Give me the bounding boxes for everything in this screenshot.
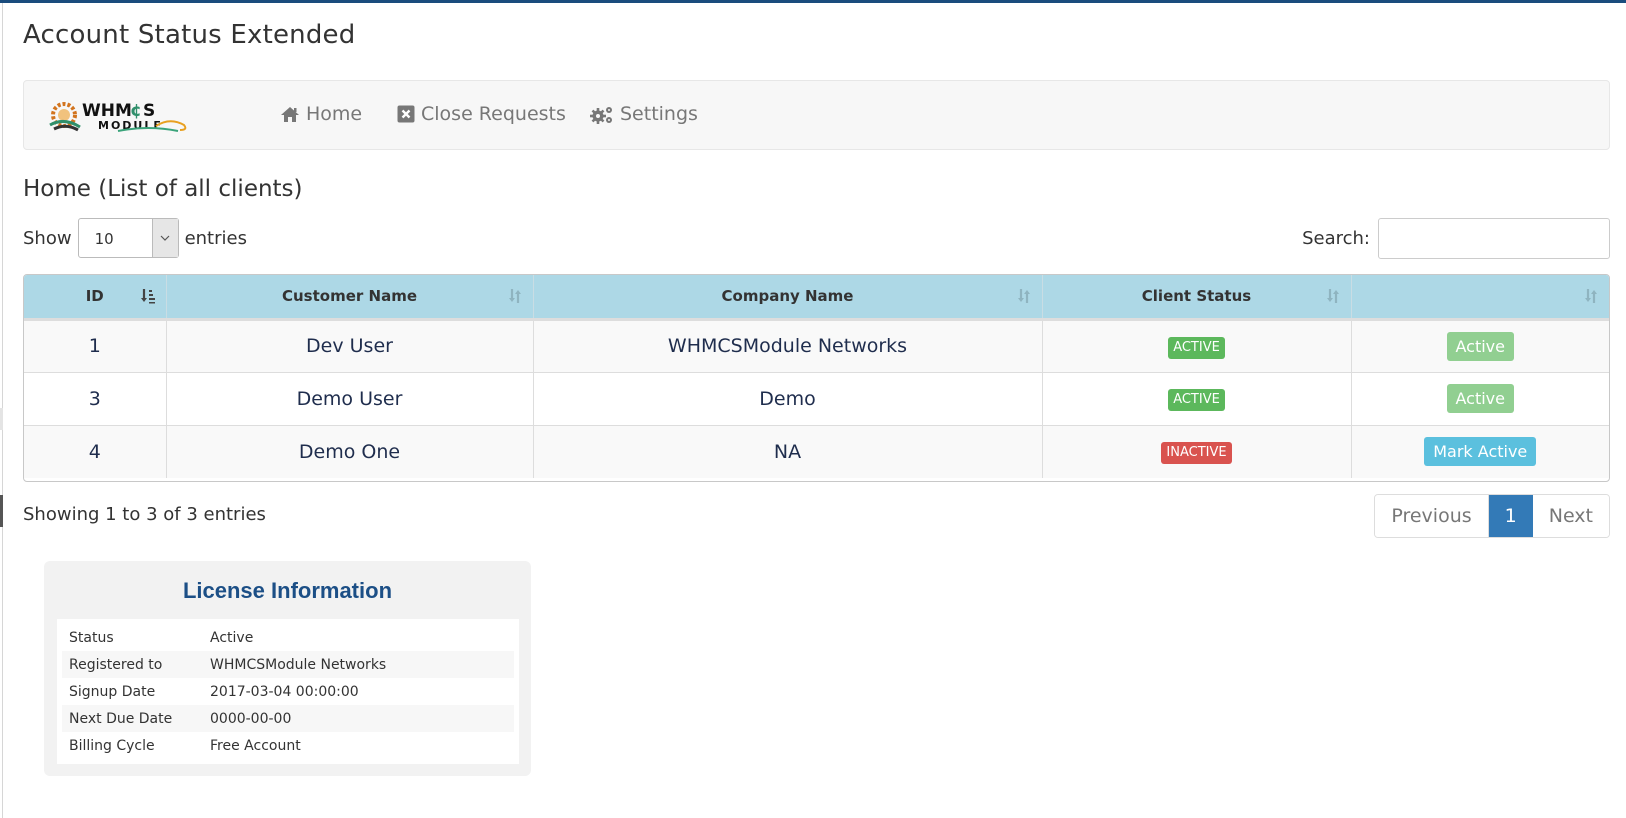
next-page-button[interactable]: Next: [1532, 495, 1609, 537]
license-key: Status: [69, 629, 114, 646]
show-label: Show: [23, 227, 72, 249]
close-square-icon: [397, 105, 415, 123]
nav-home-label: Home: [306, 103, 363, 125]
license-row: Next Due Date 0000-00-00: [62, 705, 514, 732]
column-header-label: Customer Name: [282, 287, 417, 306]
clients-table: ID Customer Name Company Name Client Sta…: [23, 274, 1610, 482]
column-header-company-name[interactable]: Company Name: [533, 275, 1043, 321]
column-header-id[interactable]: ID: [24, 275, 167, 321]
sort-both-icon: [1583, 288, 1599, 308]
cell-id: 4: [24, 425, 167, 478]
previous-page-button[interactable]: Previous: [1375, 495, 1489, 537]
column-header-label: Client Status: [1141, 287, 1252, 306]
license-row: Registered to WHMCSModule Networks: [62, 651, 514, 678]
nav-settings-label: Settings: [620, 103, 698, 125]
license-key: Billing Cycle: [69, 737, 155, 754]
cell-company-name: NA: [533, 425, 1043, 478]
nav-home[interactable]: Home: [280, 103, 362, 125]
license-row: Signup Date 2017-03-04 00:00:00: [62, 678, 514, 705]
cell-company-name: Demo: [533, 372, 1043, 426]
home-icon: [280, 106, 300, 123]
sort-both-icon: [1016, 288, 1032, 308]
sort-both-icon: [1325, 288, 1341, 308]
column-header-label: Company Name: [721, 287, 854, 306]
page-1-button[interactable]: 1: [1488, 495, 1533, 537]
license-row: Billing Cycle Free Account: [62, 732, 514, 759]
pagination: Previous 1 Next: [1374, 494, 1610, 538]
license-value: WHMCSModule Networks: [210, 656, 387, 673]
gears-icon: [590, 105, 614, 124]
license-value: Active: [210, 629, 254, 646]
entries-per-page-select[interactable]: 10: [77, 218, 179, 258]
cell-client-status: ACTIVE: [1042, 372, 1352, 426]
column-header-action[interactable]: [1351, 275, 1609, 321]
mark-active-button[interactable]: Mark Active: [1424, 437, 1537, 467]
status-badge: INACTIVE: [1161, 442, 1232, 465]
table-search: Search:: [1302, 218, 1610, 259]
cell-action: Active: [1351, 372, 1609, 426]
license-info-panel: License Information Status Active Regist…: [44, 561, 531, 776]
nav-close-requests-label: Close Requests: [421, 103, 566, 125]
module-navbar: WHM ¢ S MODULE Home Close Requests Setti…: [23, 80, 1610, 150]
column-header-label: ID: [85, 287, 104, 306]
column-header-customer-name[interactable]: Customer Name: [166, 275, 534, 321]
license-key: Next Due Date: [69, 710, 173, 727]
search-input[interactable]: [1378, 218, 1610, 259]
search-label: Search:: [1302, 228, 1370, 249]
page-title: Account Status Extended: [23, 20, 356, 50]
license-row: Status Active: [62, 624, 514, 651]
top-accent-bar: [0, 0, 1626, 3]
table-row: 3 Demo User Demo ACTIVE Active: [24, 372, 1609, 426]
column-header-client-status[interactable]: Client Status: [1042, 275, 1352, 321]
license-key: Registered to: [69, 656, 163, 673]
table-header-row: ID Customer Name Company Name Client Sta…: [24, 275, 1609, 321]
cell-id: 1: [24, 319, 167, 373]
entries-length-control: Show 10 entries: [23, 218, 247, 258]
cell-customer-name: Demo One: [166, 425, 534, 478]
cell-customer-name: Demo User: [166, 372, 534, 426]
section-title: Home (List of all clients): [23, 176, 303, 202]
license-title: License Information: [182, 578, 393, 603]
cell-action: Active: [1351, 319, 1609, 373]
nav-settings[interactable]: Settings: [590, 103, 698, 125]
svg-text:MODULE: MODULE: [98, 119, 163, 132]
status-badge: ACTIVE: [1168, 336, 1225, 359]
license-key: Signup Date: [69, 683, 156, 700]
cell-id: 3: [24, 372, 167, 426]
active-button[interactable]: Active: [1446, 331, 1514, 361]
table-row: 1 Dev User WHMCSModule Networks ACTIVE A…: [24, 319, 1609, 373]
entries-per-page-value: 10: [94, 230, 114, 248]
license-value: 0000-00-00: [210, 710, 292, 727]
cell-customer-name: Dev User: [166, 319, 534, 373]
license-value: Free Account: [210, 737, 301, 754]
table-info: Showing 1 to 3 of 3 entries: [23, 504, 266, 525]
status-badge: ACTIVE: [1168, 389, 1225, 411]
svg-text:WHM: WHM: [82, 101, 132, 121]
whmcs-module-logo[interactable]: WHM ¢ S MODULE: [48, 99, 223, 133]
entries-label: entries: [184, 227, 247, 249]
svg-text:¢: ¢: [130, 101, 142, 121]
cell-company-name: WHMCSModule Networks: [533, 319, 1043, 373]
chevron-down-icon[interactable]: [151, 219, 178, 257]
sidebar-edge: [0, 408, 3, 430]
sort-ascending-icon: [140, 288, 156, 308]
table-row: 4 Demo One NA INACTIVE Mark Active: [24, 425, 1609, 478]
sort-both-icon: [507, 288, 523, 308]
license-value: 2017-03-04 00:00:00: [210, 683, 359, 700]
cell-client-status: ACTIVE: [1042, 319, 1352, 373]
license-table: Status Active Registered to WHMCSModule …: [57, 619, 519, 764]
active-button[interactable]: Active: [1446, 384, 1514, 413]
sidebar-edge-handle[interactable]: [0, 495, 3, 527]
nav-close-requests[interactable]: Close Requests: [397, 103, 566, 125]
cell-client-status: INACTIVE: [1042, 425, 1352, 478]
svg-text:S: S: [143, 101, 155, 121]
cell-action: Mark Active: [1351, 425, 1609, 478]
